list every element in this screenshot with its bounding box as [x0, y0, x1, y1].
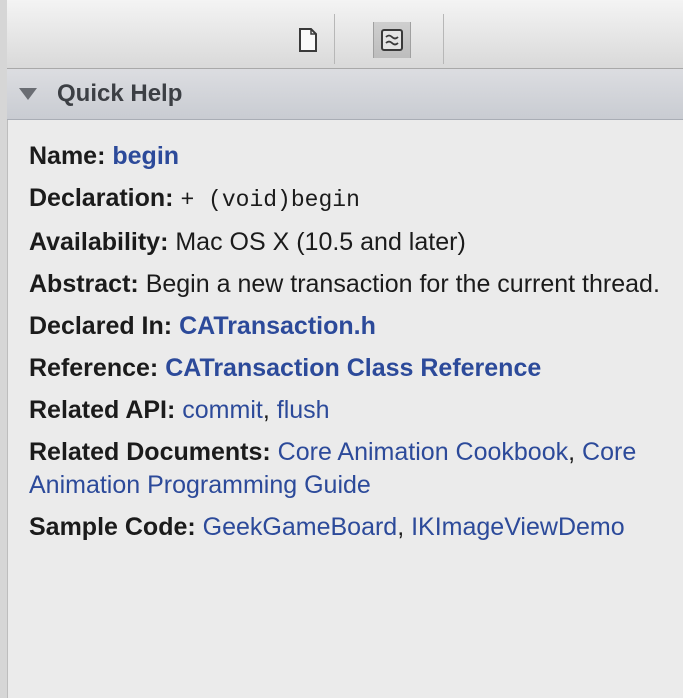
file-inspector-button[interactable]	[290, 22, 326, 58]
quick-help-icon	[381, 29, 403, 51]
availability-value: Mac OS X (10.5 and later)	[175, 228, 466, 256]
related-documents-label: Related Documents:	[29, 438, 271, 466]
list-separator: ,	[397, 513, 405, 541]
declared-in-label: Declared In:	[29, 312, 173, 340]
quick-help-button[interactable]	[373, 22, 411, 58]
related-api-row: Related API: commit, flush	[29, 394, 669, 427]
declaration-row: Declaration: + (void)begin	[29, 182, 669, 217]
name-value: begin	[112, 142, 180, 170]
list-separator: ,	[568, 438, 576, 466]
abstract-row: Abstract: Begin a new transaction for th…	[29, 268, 669, 301]
section-title: Quick Help	[57, 80, 183, 107]
declared-in-row: Declared In: CATransaction.h	[29, 310, 669, 343]
reference-label: Reference:	[29, 354, 159, 382]
abstract-value: Begin a new transaction for the current …	[145, 270, 660, 298]
list-separator: ,	[262, 396, 270, 424]
sample-code-label: Sample Code:	[29, 513, 196, 541]
declared-in-link[interactable]: CATransaction.h	[179, 312, 376, 340]
inspector-toolbar	[7, 0, 683, 69]
related-documents-row: Related Documents: Core Animation Cookbo…	[29, 436, 669, 502]
related-api-label: Related API:	[29, 396, 176, 424]
toolbar-separator	[443, 14, 444, 64]
declaration-value: + (void)begin	[180, 187, 360, 213]
availability-label: Availability:	[29, 228, 169, 256]
name-row: Name: begin	[29, 140, 669, 173]
related-document-link[interactable]: Core Animation Cookbook	[278, 438, 568, 466]
related-api-link-flush[interactable]: flush	[277, 396, 330, 424]
name-label: Name:	[29, 142, 106, 170]
document-icon	[299, 28, 317, 52]
abstract-label: Abstract:	[29, 270, 139, 298]
declaration-label: Declaration:	[29, 184, 174, 212]
related-api-link-commit[interactable]: commit	[182, 396, 263, 424]
sample-code-row: Sample Code: GeekGameBoard, IKImageViewD…	[29, 511, 669, 544]
reference-link[interactable]: CATransaction Class Reference	[165, 354, 541, 382]
reference-row: Reference: CATransaction Class Reference	[29, 352, 669, 385]
quick-help-header[interactable]: Quick Help	[7, 69, 683, 120]
sample-code-link[interactable]: IKImageViewDemo	[411, 513, 625, 541]
sample-code-link[interactable]: GeekGameBoard	[203, 513, 398, 541]
quick-help-content: Name: begin Declaration: + (void)begin A…	[29, 140, 669, 553]
disclosure-triangle-icon[interactable]	[19, 88, 37, 100]
availability-row: Availability: Mac OS X (10.5 and later)	[29, 226, 669, 259]
toolbar-separator	[334, 14, 335, 64]
